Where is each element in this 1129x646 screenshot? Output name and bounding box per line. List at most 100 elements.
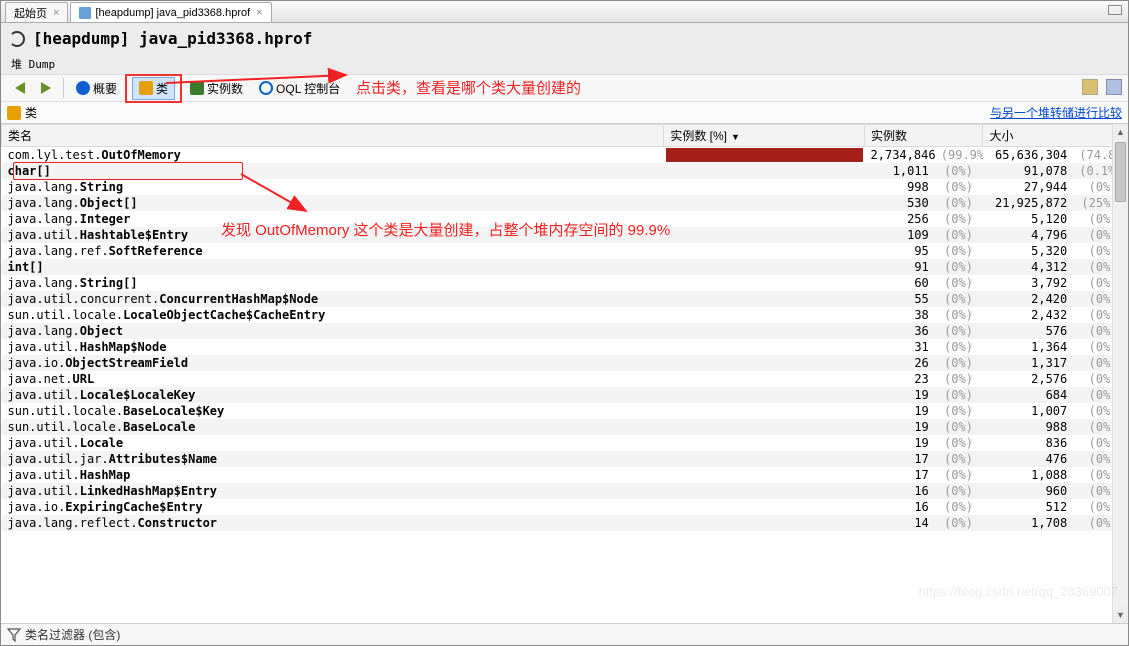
tool-icon-2[interactable] — [1106, 79, 1122, 95]
watermark: https://blog.csdn.net/qq_28369007 — [919, 584, 1119, 599]
refresh-icon[interactable] — [9, 31, 25, 47]
cell-classname: java.lang.Integer — [2, 211, 664, 227]
compare-link[interactable]: 与另一个堆转储进行比较 — [990, 104, 1122, 121]
cell-size: 4,312 — [983, 259, 1073, 275]
table-row[interactable]: java.util.HashMap$Node31(0%)1,364(0%) — [2, 339, 1128, 355]
table-row[interactable]: java.util.jar.Attributes$Name17(0%)476(0… — [2, 451, 1128, 467]
cell-instances-pct: (0%) — [935, 499, 983, 515]
section-header: 类 与另一个堆转储进行比较 — [1, 102, 1128, 124]
cell-bar — [664, 307, 865, 323]
scroll-down-button[interactable]: ▼ — [1113, 607, 1128, 623]
tab-heapdump[interactable]: [heapdump] java_pid3368.hprof × — [70, 2, 271, 22]
col-classname[interactable]: 类名 — [2, 125, 664, 147]
cell-bar — [664, 467, 865, 483]
table-row[interactable]: java.lang.String[]60(0%)3,792(0%) — [2, 275, 1128, 291]
table-row[interactable]: sun.util.locale.BaseLocale19(0%)988(0%) — [2, 419, 1128, 435]
cell-instances-pct: (0%) — [935, 307, 983, 323]
page-title: [heapdump] java_pid3368.hprof — [33, 29, 312, 48]
cell-instances-pct: (0%) — [935, 195, 983, 211]
cell-bar — [664, 355, 865, 371]
col-bar[interactable]: 实例数 [%]▼ — [664, 125, 865, 147]
table-row[interactable]: java.lang.String998(0%)27,944(0%) — [2, 179, 1128, 195]
table-row[interactable]: java.io.ObjectStreamField26(0%)1,317(0%) — [2, 355, 1128, 371]
classes-button[interactable]: 类 — [132, 77, 175, 100]
table-row[interactable]: int[]91(0%)4,312(0%) — [2, 259, 1128, 275]
table-row[interactable]: java.util.Hashtable$Entry109(0%)4,796(0%… — [2, 227, 1128, 243]
window-controls-icon[interactable] — [1108, 5, 1122, 15]
cell-classname: java.util.Hashtable$Entry — [2, 227, 664, 243]
cell-instances-pct: (0%) — [935, 243, 983, 259]
cell-bar — [664, 259, 865, 275]
nav-back-button[interactable] — [9, 80, 31, 96]
cell-classname: java.io.ObjectStreamField — [2, 355, 664, 371]
tab-strip: 起始页 × [heapdump] java_pid3368.hprof × — [1, 1, 1128, 23]
cell-bar — [664, 291, 865, 307]
table-row[interactable]: java.lang.ref.SoftReference95(0%)5,320(0… — [2, 243, 1128, 259]
cell-instances-pct: (99.9%) — [935, 147, 983, 164]
cell-bar — [664, 403, 865, 419]
close-icon[interactable]: × — [256, 7, 262, 19]
cell-instances-pct: (0%) — [935, 275, 983, 291]
cell-instances: 1,011 — [865, 163, 935, 179]
cell-size: 1,088 — [983, 467, 1073, 483]
cell-classname: java.util.Locale — [2, 435, 664, 451]
vertical-scrollbar[interactable]: ▲ ▼ — [1112, 124, 1128, 623]
col-size[interactable]: 大小 — [983, 125, 1128, 147]
table-row[interactable]: java.util.HashMap17(0%)1,088(0%) — [2, 467, 1128, 483]
table-row[interactable]: char[]1,011(0%)91,078(0.1%) — [2, 163, 1128, 179]
toolbar: 概要 类 实例数 OQL 控制台 — [1, 74, 1128, 102]
cell-instances-pct: (0%) — [935, 435, 983, 451]
cell-instances: 91 — [865, 259, 935, 275]
tool-icon-1[interactable] — [1082, 79, 1098, 95]
nav-forward-button[interactable] — [35, 80, 57, 96]
table-row[interactable]: java.util.Locale19(0%)836(0%) — [2, 435, 1128, 451]
table-row[interactable]: java.net.URL23(0%)2,576(0%) — [2, 371, 1128, 387]
oql-console-button[interactable]: OQL 控制台 — [253, 78, 346, 99]
cell-bar — [664, 227, 865, 243]
cell-instances: 2,734,846 — [865, 147, 935, 164]
cell-instances: 19 — [865, 387, 935, 403]
scroll-up-button[interactable]: ▲ — [1113, 124, 1128, 140]
table-row[interactable]: java.util.LinkedHashMap$Entry16(0%)960(0… — [2, 483, 1128, 499]
close-icon[interactable]: × — [53, 7, 59, 19]
summary-button[interactable]: 概要 — [70, 78, 123, 99]
filter-bar[interactable]: 类名过滤器 (包含) — [1, 623, 1128, 645]
file-icon — [79, 7, 91, 19]
table-row[interactable]: com.lyl.test.OutOfMemory2,734,846(99.9%)… — [2, 147, 1128, 164]
col-instances[interactable]: 实例数 — [865, 125, 983, 147]
table-row[interactable]: java.util.Locale$LocaleKey19(0%)684(0%) — [2, 387, 1128, 403]
cell-classname: java.util.LinkedHashMap$Entry — [2, 483, 664, 499]
table-row[interactable]: java.util.concurrent.ConcurrentHashMap$N… — [2, 291, 1128, 307]
arrow-left-icon — [15, 82, 25, 94]
cell-instances-pct: (0%) — [935, 483, 983, 499]
table-row[interactable]: java.lang.Integer256(0%)5,120(0%) — [2, 211, 1128, 227]
cell-size: 5,120 — [983, 211, 1073, 227]
cell-size: 836 — [983, 435, 1073, 451]
table-row[interactable]: java.lang.reflect.Constructor14(0%)1,708… — [2, 515, 1128, 531]
instances-button[interactable]: 实例数 — [184, 78, 249, 99]
cell-instances: 95 — [865, 243, 935, 259]
filter-label: 类名过滤器 (包含) — [25, 626, 120, 643]
cell-bar — [664, 499, 865, 515]
cell-bar — [664, 419, 865, 435]
class-icon — [7, 106, 21, 120]
table-row[interactable]: sun.util.locale.LocaleObjectCache$CacheE… — [2, 307, 1128, 323]
cell-classname: java.lang.Object — [2, 323, 664, 339]
cell-size: 65,636,304 — [983, 147, 1073, 164]
cell-instances: 19 — [865, 435, 935, 451]
tab-start[interactable]: 起始页 × — [5, 2, 68, 22]
cell-bar — [664, 195, 865, 211]
table-row[interactable]: java.lang.Object[]530(0%)21,925,872(25%) — [2, 195, 1128, 211]
cell-classname: java.lang.Object[] — [2, 195, 664, 211]
cell-instances-pct: (0%) — [935, 163, 983, 179]
cell-instances: 16 — [865, 499, 935, 515]
table-row[interactable]: java.io.ExpiringCache$Entry16(0%)512(0%) — [2, 499, 1128, 515]
cell-instances: 31 — [865, 339, 935, 355]
table-row[interactable]: sun.util.locale.BaseLocale$Key19(0%)1,00… — [2, 403, 1128, 419]
scroll-thumb[interactable] — [1115, 142, 1126, 202]
classes-table: 类名 实例数 [%]▼ 实例数 大小 com.lyl.test.OutOfMem… — [1, 124, 1128, 531]
cell-size: 988 — [983, 419, 1073, 435]
cell-bar — [664, 243, 865, 259]
cell-size: 2,576 — [983, 371, 1073, 387]
table-row[interactable]: java.lang.Object36(0%)576(0%) — [2, 323, 1128, 339]
